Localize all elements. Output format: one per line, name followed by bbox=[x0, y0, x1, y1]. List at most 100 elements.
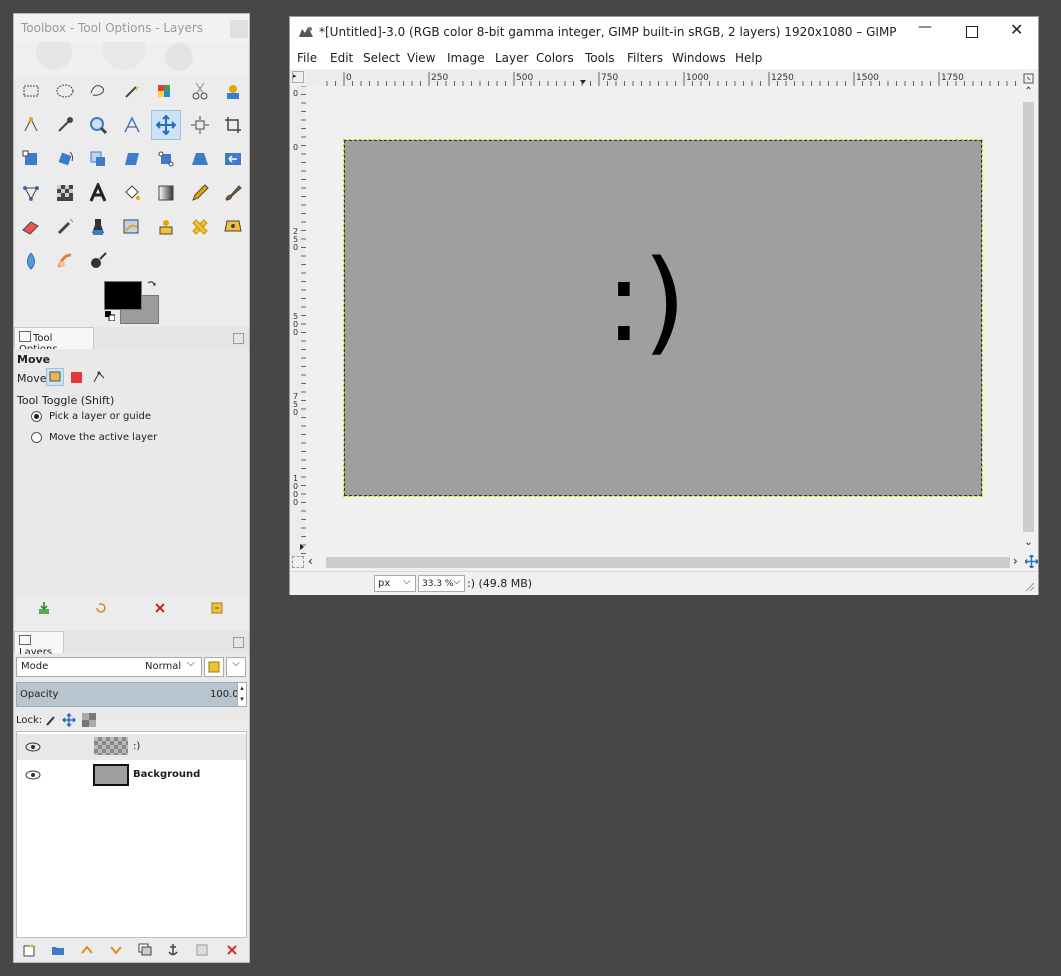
tool-paths[interactable] bbox=[16, 110, 46, 140]
menu-help[interactable]: Help bbox=[735, 51, 762, 65]
move-layer-mode-button[interactable] bbox=[46, 368, 64, 386]
menu-tools[interactable]: Tools bbox=[585, 51, 615, 65]
tool-heal[interactable] bbox=[185, 212, 215, 242]
zoom-select[interactable]: 33.3 % ⌵ bbox=[418, 575, 465, 592]
quickmask-corner-icon[interactable]: ▸ bbox=[292, 71, 304, 83]
move-path-mode-icon[interactable] bbox=[92, 370, 106, 384]
tool-measure[interactable] bbox=[117, 110, 147, 140]
lock-position-icon[interactable] bbox=[62, 713, 76, 727]
menu-colors[interactable]: Colors bbox=[536, 51, 574, 65]
scroll-down-icon[interactable]: ⌄ bbox=[1021, 537, 1036, 551]
horizontal-scrollbar[interactable] bbox=[320, 555, 1020, 570]
raise-layer-icon[interactable] bbox=[80, 943, 94, 957]
tool-free-select[interactable] bbox=[83, 76, 113, 106]
tool-scale[interactable] bbox=[83, 144, 113, 174]
delete-layer-icon[interactable] bbox=[225, 943, 239, 957]
menu-select[interactable]: Select bbox=[363, 51, 400, 65]
tool-scissors-select[interactable] bbox=[185, 76, 215, 106]
radio-move-active-layer[interactable] bbox=[31, 432, 42, 443]
foreground-color-swatch[interactable] bbox=[104, 281, 142, 310]
scroll-left-icon[interactable]: ‹ bbox=[308, 554, 320, 569]
tool-perspective[interactable] bbox=[185, 144, 215, 174]
tool-foreground-select[interactable] bbox=[218, 76, 248, 106]
layer-row[interactable]: Background bbox=[17, 762, 246, 788]
maximize-icon[interactable] bbox=[966, 26, 978, 38]
menu-windows[interactable]: Windows bbox=[672, 51, 726, 65]
tool-unified-transform[interactable] bbox=[16, 144, 46, 174]
unit-select[interactable]: px ⌵ bbox=[374, 575, 416, 592]
tool-select-by-color[interactable] bbox=[151, 76, 181, 106]
resize-grip-icon[interactable] bbox=[1023, 580, 1035, 592]
tool-crop[interactable] bbox=[218, 110, 248, 140]
new-layer-group-icon[interactable] bbox=[51, 943, 65, 957]
radio-pick-layer[interactable] bbox=[31, 411, 42, 422]
tool-gradient[interactable] bbox=[151, 178, 181, 208]
image-canvas[interactable]: :) bbox=[343, 139, 983, 497]
tool-blur-sharpen[interactable] bbox=[16, 246, 46, 276]
navigate-icon[interactable] bbox=[1025, 555, 1038, 568]
tool-text[interactable] bbox=[83, 178, 113, 208]
navigate-corner-icon[interactable] bbox=[292, 556, 304, 568]
mode-options-chevron-icon[interactable]: ⌵ bbox=[226, 657, 246, 677]
vertical-scrollbar[interactable] bbox=[1021, 100, 1036, 550]
merge-layer-icon[interactable] bbox=[195, 943, 209, 957]
tool-eraser[interactable] bbox=[16, 212, 46, 242]
tool-mypaint-brush[interactable] bbox=[117, 212, 147, 242]
save-options-icon[interactable] bbox=[37, 601, 51, 615]
lock-alpha-icon[interactable] bbox=[82, 713, 96, 727]
close-icon[interactable] bbox=[230, 20, 248, 38]
window-close-icon[interactable]: ✕ bbox=[1010, 20, 1023, 39]
layer-row[interactable]: :) bbox=[17, 734, 246, 760]
dock-menu-icon[interactable] bbox=[233, 333, 244, 344]
tool-move[interactable] bbox=[151, 110, 181, 140]
delete-options-icon[interactable] bbox=[153, 601, 167, 615]
scroll-right-icon[interactable]: › bbox=[1013, 554, 1023, 569]
tool-cage-transform[interactable] bbox=[16, 178, 46, 208]
tool-fuzzy-select[interactable] bbox=[117, 76, 147, 106]
menu-filters[interactable]: Filters bbox=[627, 51, 663, 65]
minimize-icon[interactable]: — bbox=[918, 19, 932, 35]
tool-pencil[interactable] bbox=[185, 178, 215, 208]
tab-tool-options[interactable]: Tool Options bbox=[14, 327, 94, 355]
anchor-layer-icon[interactable] bbox=[166, 943, 180, 957]
tab-layers[interactable]: Layers bbox=[14, 631, 64, 658]
tool-alignment[interactable] bbox=[185, 110, 215, 140]
vertical-scroll-thumb[interactable] bbox=[1023, 102, 1034, 532]
toolbox-title-bar[interactable]: Toolbox - Tool Options - Layers bbox=[14, 14, 249, 42]
tool-rect-select[interactable] bbox=[16, 76, 46, 106]
menu-file[interactable]: File bbox=[297, 51, 317, 65]
eye-icon[interactable] bbox=[25, 769, 41, 781]
swap-colors-icon[interactable] bbox=[146, 280, 158, 292]
horizontal-scroll-thumb[interactable] bbox=[326, 557, 1010, 568]
image-window-title-bar[interactable]: *[Untitled]-3.0 (RGB color 8-bit gamma i… bbox=[290, 17, 1038, 47]
lock-pixels-icon[interactable] bbox=[44, 713, 58, 727]
ruler-vertical[interactable]: 002505007501000 bbox=[290, 85, 307, 556]
tool-paintbrush[interactable] bbox=[218, 178, 248, 208]
menu-view[interactable]: View bbox=[407, 51, 435, 65]
duplicate-layer-icon[interactable] bbox=[138, 943, 152, 957]
eye-icon[interactable] bbox=[25, 741, 41, 753]
tool-shear[interactable] bbox=[117, 144, 147, 174]
tool-ink[interactable] bbox=[83, 212, 113, 242]
tool-perspective-clone[interactable] bbox=[218, 212, 248, 242]
tool-handle-transform[interactable] bbox=[151, 144, 181, 174]
menu-image[interactable]: Image bbox=[447, 51, 485, 65]
tool-color-picker[interactable] bbox=[50, 110, 80, 140]
mode-select[interactable]: Mode Normal ⌵ bbox=[16, 657, 202, 677]
layers-dock-menu-icon[interactable] bbox=[233, 637, 244, 648]
tool-warp-transform[interactable] bbox=[50, 178, 80, 208]
move-selection-mode-button[interactable] bbox=[71, 372, 82, 383]
tool-rotate[interactable] bbox=[50, 144, 80, 174]
opacity-spin-button[interactable]: ▴ ▾ bbox=[237, 682, 247, 707]
reset-options-icon[interactable] bbox=[210, 601, 224, 615]
tool-ellipse-select[interactable] bbox=[50, 76, 80, 106]
tool-smudge[interactable] bbox=[50, 246, 80, 276]
restore-options-icon[interactable] bbox=[94, 601, 108, 615]
zoom-fit-icon[interactable] bbox=[1021, 70, 1036, 86]
default-colors-icon[interactable] bbox=[105, 311, 115, 321]
tool-dodge-burn[interactable] bbox=[83, 246, 113, 276]
opacity-slider[interactable]: Opacity 100.0 bbox=[16, 682, 239, 707]
menu-layer[interactable]: Layer bbox=[495, 51, 528, 65]
lower-layer-icon[interactable] bbox=[109, 943, 123, 957]
menu-edit[interactable]: Edit bbox=[330, 51, 353, 65]
